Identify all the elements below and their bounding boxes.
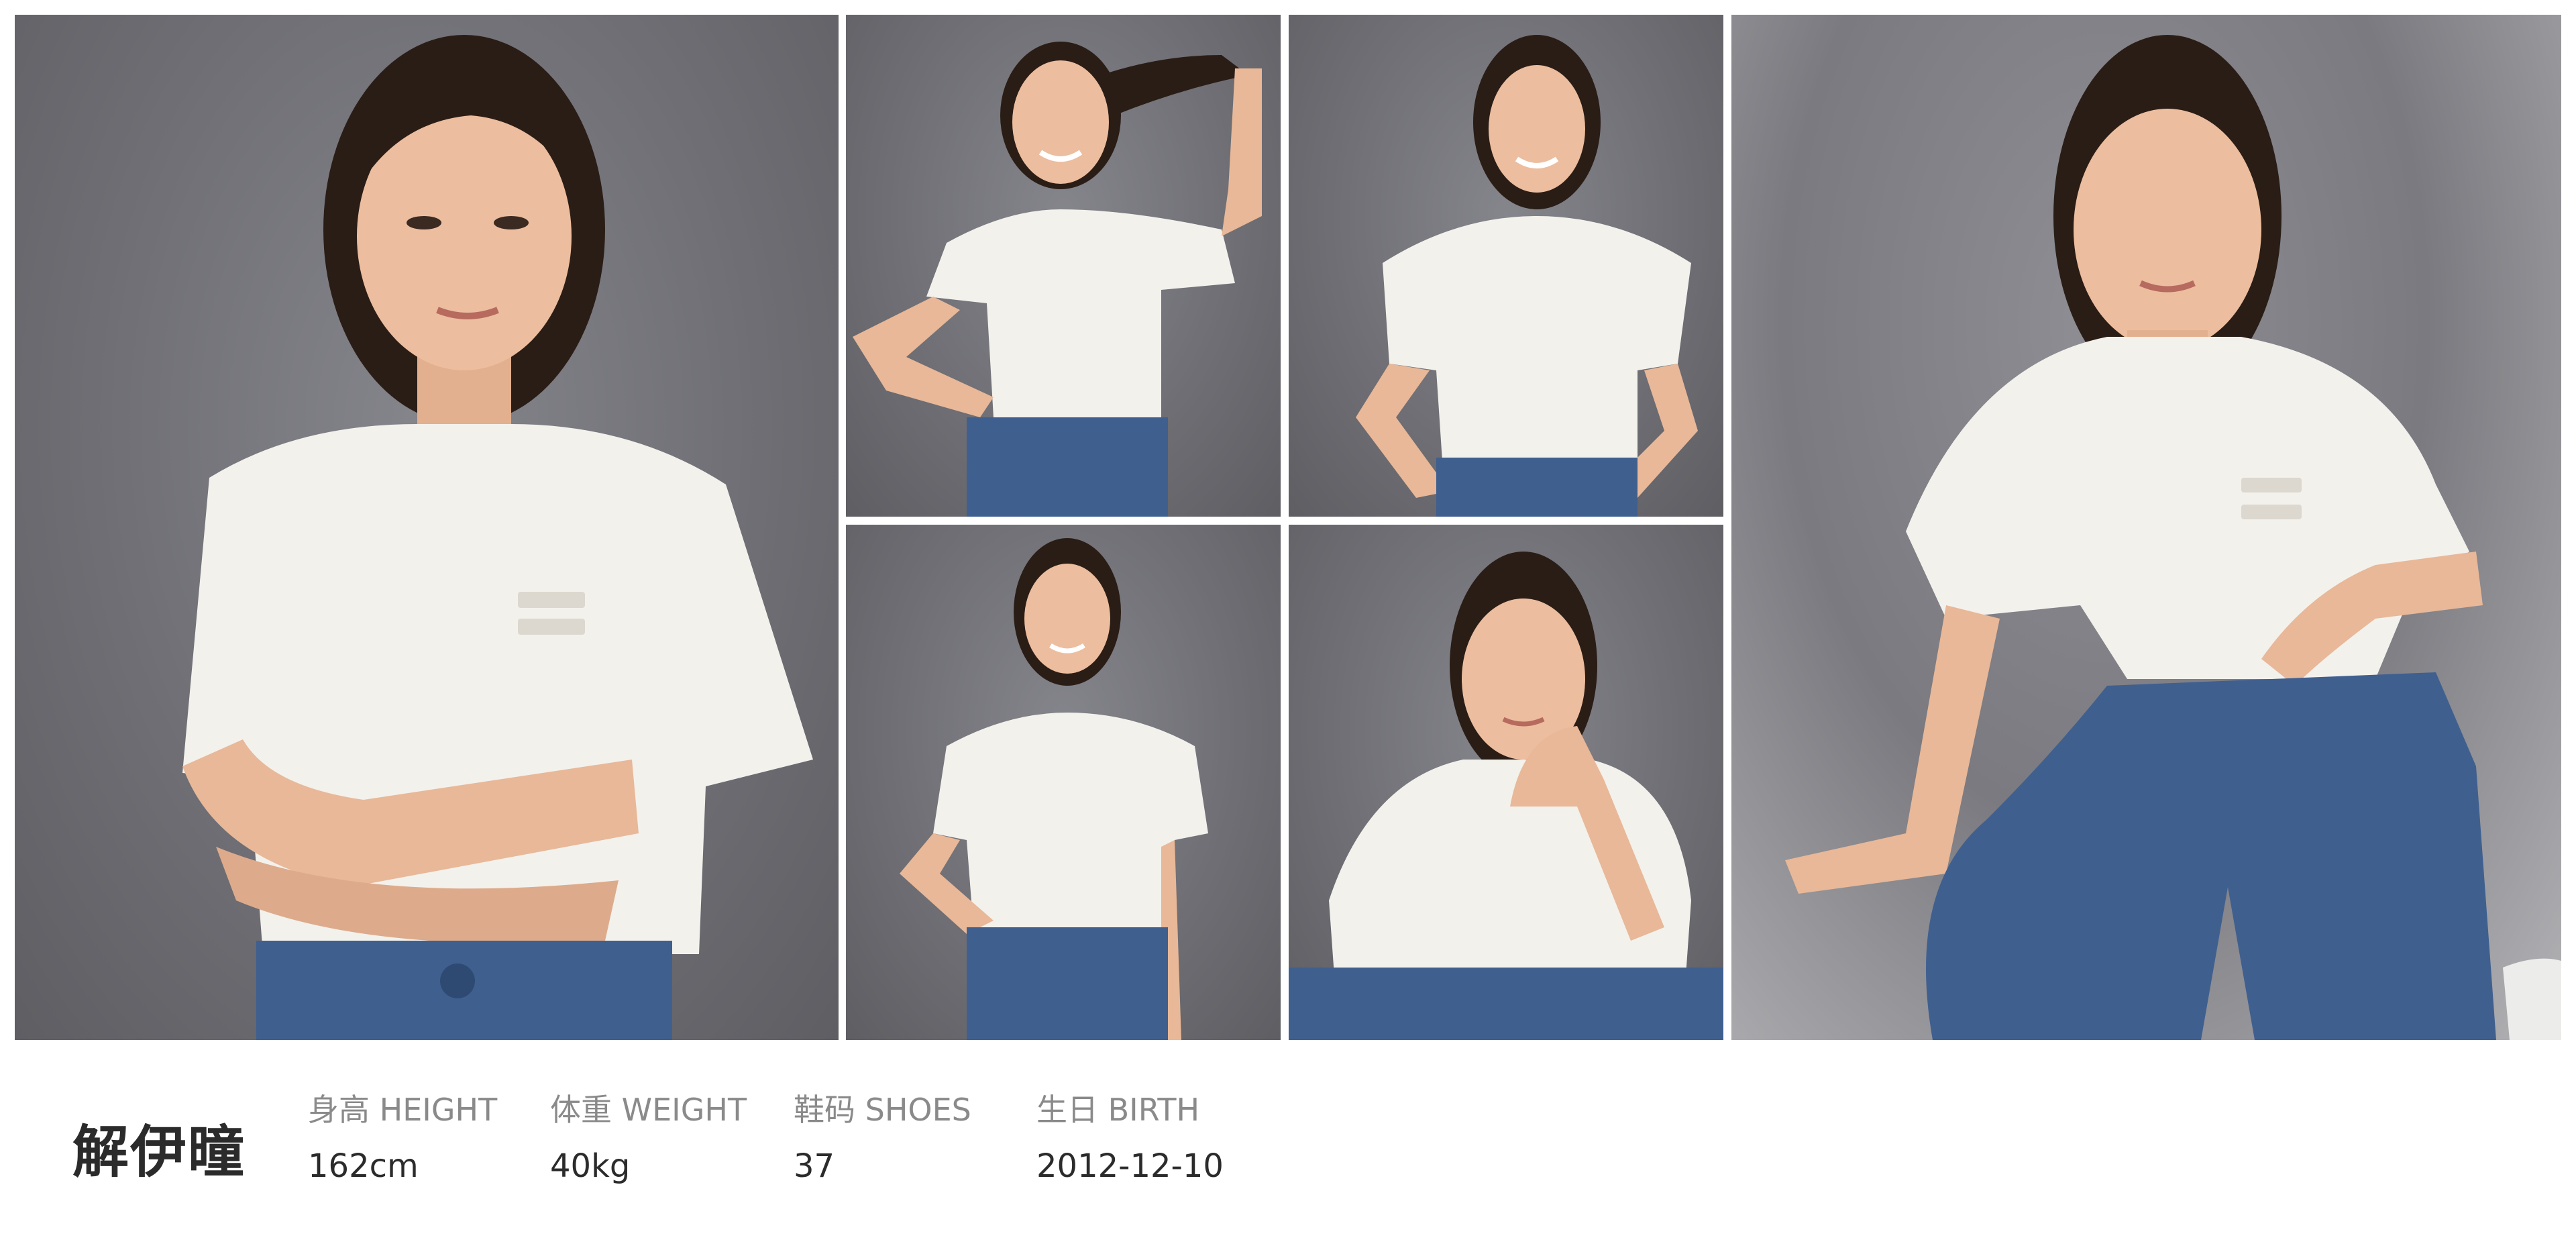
photo-holding-hair bbox=[846, 15, 1281, 517]
photo-arms-crossed bbox=[15, 15, 839, 1040]
spec-weight-value: 40kg bbox=[550, 1147, 631, 1185]
spec-weight-label: 体重 WEIGHT bbox=[550, 1092, 747, 1128]
spec-birth: 生日 BIRTH 2012-12-10 bbox=[1036, 1090, 1224, 1188]
spec-shoes-value: 37 bbox=[794, 1147, 835, 1185]
person-figure-icon bbox=[1289, 552, 1723, 1040]
person-figure-icon bbox=[1785, 35, 2561, 1040]
person-figure-icon bbox=[900, 538, 1208, 1040]
photo-hands-on-waist bbox=[1289, 15, 1723, 517]
photo-hand-on-hip bbox=[846, 525, 1281, 1040]
spec-shoes-label: 鞋码 SHOES bbox=[794, 1092, 971, 1128]
spec-shoes: 鞋码 SHOES 37 bbox=[794, 1090, 971, 1188]
spec-height-label: 身高 HEIGHT bbox=[308, 1092, 498, 1128]
person-figure-icon bbox=[853, 42, 1262, 517]
model-card: 解伊曈 身高 HEIGHT 162cm 体重 WEIGHT 40kg 鞋码 SH… bbox=[0, 0, 2576, 1248]
spec-height-value: 162cm bbox=[308, 1147, 419, 1185]
photo-seated-floor bbox=[1731, 15, 2561, 1040]
person-figure-icon bbox=[182, 35, 813, 1040]
photo-chin-on-hand bbox=[1289, 525, 1723, 1040]
profile-info-bar: 解伊曈 身高 HEIGHT 162cm 体重 WEIGHT 40kg 鞋码 SH… bbox=[0, 1040, 2576, 1248]
spec-birth-label: 生日 BIRTH bbox=[1036, 1092, 1200, 1128]
spec-birth-value: 2012-12-10 bbox=[1036, 1147, 1224, 1185]
spec-height: 身高 HEIGHT 162cm bbox=[308, 1090, 497, 1188]
spec-weight: 体重 WEIGHT 40kg bbox=[550, 1090, 747, 1188]
person-figure-icon bbox=[1356, 35, 1698, 517]
model-name: 解伊曈 bbox=[72, 1119, 246, 1185]
